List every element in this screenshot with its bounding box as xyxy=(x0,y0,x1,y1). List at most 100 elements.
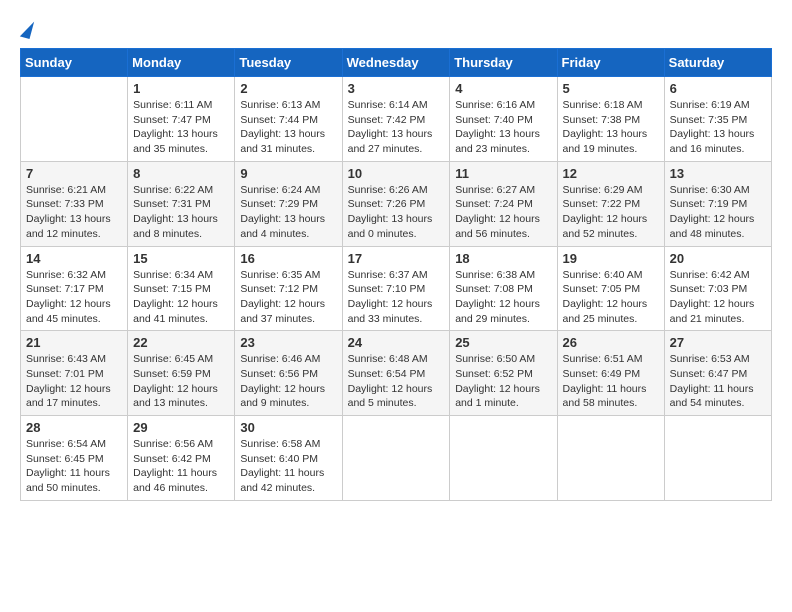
day-number: 26 xyxy=(563,335,659,350)
day-number: 29 xyxy=(133,420,229,435)
day-info: Sunrise: 6:53 AM Sunset: 6:47 PM Dayligh… xyxy=(670,352,766,411)
day-number: 7 xyxy=(26,166,122,181)
day-number: 5 xyxy=(563,81,659,96)
logo xyxy=(20,20,32,38)
calendar-header-row: SundayMondayTuesdayWednesdayThursdayFrid… xyxy=(21,49,772,77)
day-info: Sunrise: 6:30 AM Sunset: 7:19 PM Dayligh… xyxy=(670,183,766,242)
day-number: 12 xyxy=(563,166,659,181)
calendar-cell: 3 Sunrise: 6:14 AM Sunset: 7:42 PM Daylig… xyxy=(342,77,450,162)
day-info: Sunrise: 6:16 AM Sunset: 7:40 PM Dayligh… xyxy=(455,98,551,157)
day-number: 22 xyxy=(133,335,229,350)
calendar-cell: 16 Sunrise: 6:35 AM Sunset: 7:12 PM Dayli… xyxy=(235,246,342,331)
weekday-header: Monday xyxy=(128,49,235,77)
day-number: 1 xyxy=(133,81,229,96)
day-info: Sunrise: 6:45 AM Sunset: 6:59 PM Dayligh… xyxy=(133,352,229,411)
calendar-cell xyxy=(557,416,664,501)
weekday-header: Sunday xyxy=(21,49,128,77)
calendar-cell xyxy=(21,77,128,162)
day-number: 11 xyxy=(455,166,551,181)
day-info: Sunrise: 6:58 AM Sunset: 6:40 PM Dayligh… xyxy=(240,437,336,496)
day-number: 16 xyxy=(240,251,336,266)
day-info: Sunrise: 6:40 AM Sunset: 7:05 PM Dayligh… xyxy=(563,268,659,327)
day-number: 3 xyxy=(348,81,445,96)
weekday-header: Wednesday xyxy=(342,49,450,77)
calendar-cell: 30 Sunrise: 6:58 AM Sunset: 6:40 PM Dayli… xyxy=(235,416,342,501)
calendar-cell xyxy=(664,416,771,501)
calendar-cell: 1 Sunrise: 6:11 AM Sunset: 7:47 PM Daylig… xyxy=(128,77,235,162)
calendar-cell: 2 Sunrise: 6:13 AM Sunset: 7:44 PM Daylig… xyxy=(235,77,342,162)
day-number: 27 xyxy=(670,335,766,350)
calendar-cell: 26 Sunrise: 6:51 AM Sunset: 6:49 PM Dayli… xyxy=(557,331,664,416)
day-info: Sunrise: 6:54 AM Sunset: 6:45 PM Dayligh… xyxy=(26,437,122,496)
day-info: Sunrise: 6:22 AM Sunset: 7:31 PM Dayligh… xyxy=(133,183,229,242)
day-info: Sunrise: 6:43 AM Sunset: 7:01 PM Dayligh… xyxy=(26,352,122,411)
calendar-week-row: 1 Sunrise: 6:11 AM Sunset: 7:47 PM Daylig… xyxy=(21,77,772,162)
day-info: Sunrise: 6:51 AM Sunset: 6:49 PM Dayligh… xyxy=(563,352,659,411)
day-info: Sunrise: 6:24 AM Sunset: 7:29 PM Dayligh… xyxy=(240,183,336,242)
calendar-week-row: 28 Sunrise: 6:54 AM Sunset: 6:45 PM Dayli… xyxy=(21,416,772,501)
calendar-cell: 22 Sunrise: 6:45 AM Sunset: 6:59 PM Dayli… xyxy=(128,331,235,416)
calendar-cell: 27 Sunrise: 6:53 AM Sunset: 6:47 PM Dayli… xyxy=(664,331,771,416)
day-number: 15 xyxy=(133,251,229,266)
day-number: 28 xyxy=(26,420,122,435)
weekday-header: Saturday xyxy=(664,49,771,77)
weekday-header: Tuesday xyxy=(235,49,342,77)
calendar-cell: 6Sunrise: 6:19 AM Sunset: 7:35 PM Daylig… xyxy=(664,77,771,162)
day-number: 4 xyxy=(455,81,551,96)
day-info: Sunrise: 6:11 AM Sunset: 7:47 PM Dayligh… xyxy=(133,98,229,157)
calendar-week-row: 14 Sunrise: 6:32 AM Sunset: 7:17 PM Dayli… xyxy=(21,246,772,331)
logo-arrow-icon xyxy=(20,19,34,39)
day-info: Sunrise: 6:35 AM Sunset: 7:12 PM Dayligh… xyxy=(240,268,336,327)
day-info: Sunrise: 6:34 AM Sunset: 7:15 PM Dayligh… xyxy=(133,268,229,327)
day-info: Sunrise: 6:48 AM Sunset: 6:54 PM Dayligh… xyxy=(348,352,445,411)
day-number: 19 xyxy=(563,251,659,266)
calendar-cell: 24Sunrise: 6:48 AM Sunset: 6:54 PM Dayli… xyxy=(342,331,450,416)
day-number: 18 xyxy=(455,251,551,266)
day-number: 17 xyxy=(348,251,445,266)
calendar-cell: 5 Sunrise: 6:18 AM Sunset: 7:38 PM Daylig… xyxy=(557,77,664,162)
calendar-cell xyxy=(342,416,450,501)
calendar-cell: 4 Sunrise: 6:16 AM Sunset: 7:40 PM Daylig… xyxy=(450,77,557,162)
calendar-cell: 15 Sunrise: 6:34 AM Sunset: 7:15 PM Dayli… xyxy=(128,246,235,331)
calendar-cell: 18 Sunrise: 6:38 AM Sunset: 7:08 PM Dayli… xyxy=(450,246,557,331)
day-info: Sunrise: 6:21 AM Sunset: 7:33 PM Dayligh… xyxy=(26,183,122,242)
calendar-week-row: 7 Sunrise: 6:21 AM Sunset: 7:33 PM Daylig… xyxy=(21,161,772,246)
day-info: Sunrise: 6:38 AM Sunset: 7:08 PM Dayligh… xyxy=(455,268,551,327)
calendar-cell: 13Sunrise: 6:30 AM Sunset: 7:19 PM Dayli… xyxy=(664,161,771,246)
day-number: 23 xyxy=(240,335,336,350)
calendar-week-row: 21 Sunrise: 6:43 AM Sunset: 7:01 PM Dayli… xyxy=(21,331,772,416)
day-info: Sunrise: 6:32 AM Sunset: 7:17 PM Dayligh… xyxy=(26,268,122,327)
day-info: Sunrise: 6:50 AM Sunset: 6:52 PM Dayligh… xyxy=(455,352,551,411)
day-info: Sunrise: 6:13 AM Sunset: 7:44 PM Dayligh… xyxy=(240,98,336,157)
calendar-cell: 29Sunrise: 6:56 AM Sunset: 6:42 PM Dayli… xyxy=(128,416,235,501)
day-info: Sunrise: 6:27 AM Sunset: 7:24 PM Dayligh… xyxy=(455,183,551,242)
calendar-cell: 20 Sunrise: 6:42 AM Sunset: 7:03 PM Dayli… xyxy=(664,246,771,331)
calendar-cell: 12Sunrise: 6:29 AM Sunset: 7:22 PM Dayli… xyxy=(557,161,664,246)
calendar-cell: 21 Sunrise: 6:43 AM Sunset: 7:01 PM Dayli… xyxy=(21,331,128,416)
day-info: Sunrise: 6:37 AM Sunset: 7:10 PM Dayligh… xyxy=(348,268,445,327)
day-number: 21 xyxy=(26,335,122,350)
calendar-cell: 7 Sunrise: 6:21 AM Sunset: 7:33 PM Daylig… xyxy=(21,161,128,246)
calendar-cell: 23 Sunrise: 6:46 AM Sunset: 6:56 PM Dayli… xyxy=(235,331,342,416)
day-info: Sunrise: 6:14 AM Sunset: 7:42 PM Dayligh… xyxy=(348,98,445,157)
day-number: 2 xyxy=(240,81,336,96)
calendar-cell: 25Sunrise: 6:50 AM Sunset: 6:52 PM Dayli… xyxy=(450,331,557,416)
weekday-header: Friday xyxy=(557,49,664,77)
calendar-cell: 8Sunrise: 6:22 AM Sunset: 7:31 PM Daylig… xyxy=(128,161,235,246)
day-number: 30 xyxy=(240,420,336,435)
calendar-cell: 11 Sunrise: 6:27 AM Sunset: 7:24 PM Dayli… xyxy=(450,161,557,246)
page-header xyxy=(20,20,772,38)
day-info: Sunrise: 6:18 AM Sunset: 7:38 PM Dayligh… xyxy=(563,98,659,157)
day-info: Sunrise: 6:46 AM Sunset: 6:56 PM Dayligh… xyxy=(240,352,336,411)
calendar-cell: 10 Sunrise: 6:26 AM Sunset: 7:26 PM Dayli… xyxy=(342,161,450,246)
day-number: 20 xyxy=(670,251,766,266)
day-number: 10 xyxy=(348,166,445,181)
calendar-cell: 28 Sunrise: 6:54 AM Sunset: 6:45 PM Dayli… xyxy=(21,416,128,501)
calendar-cell: 17 Sunrise: 6:37 AM Sunset: 7:10 PM Dayli… xyxy=(342,246,450,331)
day-number: 14 xyxy=(26,251,122,266)
calendar-cell: 19 Sunrise: 6:40 AM Sunset: 7:05 PM Dayli… xyxy=(557,246,664,331)
calendar-table: SundayMondayTuesdayWednesdayThursdayFrid… xyxy=(20,48,772,501)
day-info: Sunrise: 6:42 AM Sunset: 7:03 PM Dayligh… xyxy=(670,268,766,327)
calendar-cell xyxy=(450,416,557,501)
day-info: Sunrise: 6:26 AM Sunset: 7:26 PM Dayligh… xyxy=(348,183,445,242)
